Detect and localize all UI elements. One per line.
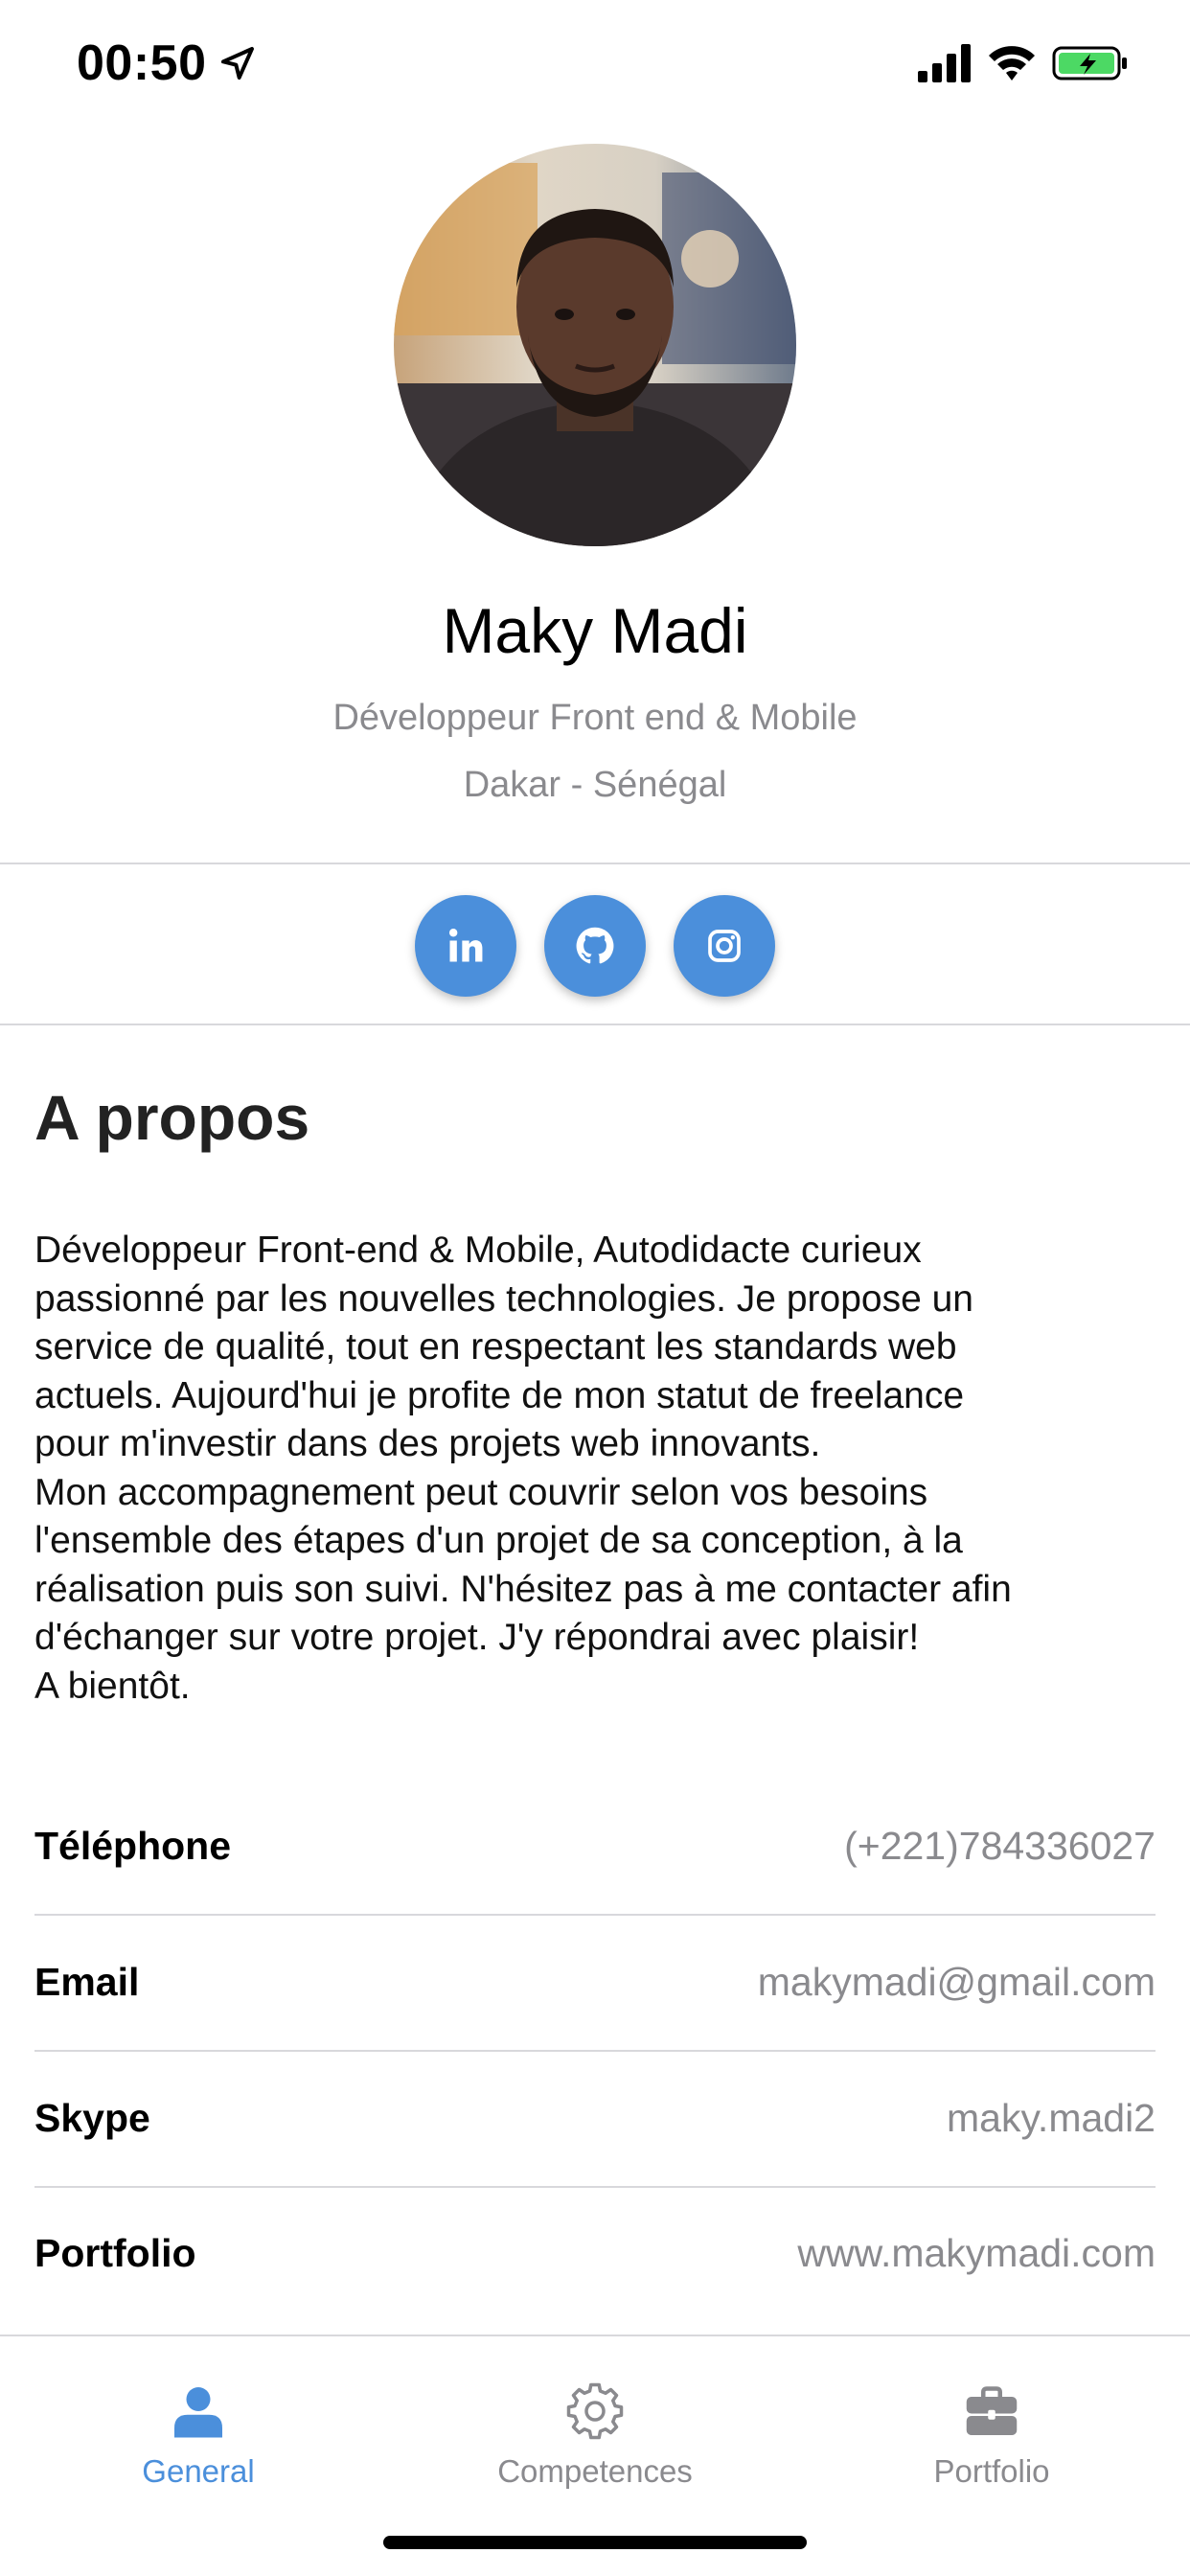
row-divider [34, 1914, 1156, 1916]
profile-name: Maky Madi [442, 595, 748, 666]
instagram-button[interactable] [674, 895, 775, 997]
instagram-icon [708, 930, 741, 962]
briefcase-icon [966, 2386, 1018, 2435]
contact-row-email[interactable]: Email makymadi@gmail.com [34, 1960, 1156, 2075]
github-button[interactable] [544, 895, 646, 997]
avatar [394, 144, 796, 546]
profile-role: Développeur Front end & Mobile [332, 698, 858, 738]
status-time: 00:50 [77, 35, 207, 91]
about-line: actuels. Aujourd'hui je profite de mon s… [34, 1374, 965, 1416]
tab-label: General [142, 2453, 255, 2489]
about-text: Développeur Front-end & Mobile, Autodida… [34, 1227, 1165, 1711]
gear-icon [566, 2382, 624, 2440]
contact-row-phone[interactable]: Téléphone (+221)784336027 [34, 1824, 1156, 1939]
tab-label: Competences [497, 2453, 693, 2489]
profile-photo [394, 144, 796, 546]
tab-portfolio[interactable]: Portfolio [793, 2336, 1190, 2509]
divider [0, 1024, 1190, 1025]
about-line: Mon accompagnement peut couvrir selon vo… [34, 1471, 928, 1513]
battery-charging-icon [1052, 46, 1127, 80]
github-icon [576, 927, 614, 964]
about-line: d'échanger sur votre projet. J'y répondr… [34, 1617, 920, 1658]
row-divider [34, 2050, 1156, 2052]
profile-location: Dakar - Sénégal [463, 765, 727, 805]
contact-label: Email [34, 1960, 140, 2004]
contact-row-portfolio[interactable]: Portfolio www.makymadi.com [34, 2231, 1156, 2346]
about-line: A bientôt. [34, 1665, 191, 1707]
status-bar: 00:50 [0, 0, 1190, 128]
tab-general[interactable]: General [0, 2336, 397, 2509]
contact-label: Téléphone [34, 1824, 232, 1868]
contact-label: Skype [34, 2096, 150, 2140]
about-line: passionné par les nouvelles technologies… [34, 1277, 973, 1320]
linkedin-icon [448, 929, 483, 962]
linkedin-button[interactable] [415, 895, 516, 997]
about-title: A propos [34, 1082, 310, 1153]
contact-value: makymadi@gmail.com [757, 1960, 1156, 2004]
tab-competences[interactable]: Competences [397, 2336, 793, 2509]
cellular-signal-icon [918, 44, 971, 82]
contact-row-skype[interactable]: Skype maky.madi2 [34, 2096, 1156, 2211]
about-line: service de qualité, tout en respectant l… [34, 1326, 957, 1368]
row-divider [34, 2186, 1156, 2188]
home-indicator[interactable] [383, 2536, 807, 2549]
contact-value: www.makymadi.com [797, 2231, 1156, 2275]
about-line: Développeur Front-end & Mobile, Autodida… [34, 1230, 922, 1271]
about-line: réalisation puis son suivi. N'hésitez pa… [34, 1568, 1012, 1610]
about-line: pour m'investir dans des projets web inn… [34, 1423, 821, 1464]
location-arrow-icon [221, 47, 254, 80]
tab-label: Portfolio [933, 2453, 1050, 2489]
screen: 00:50 Maky Madi Développeur Front end & … [0, 0, 1190, 2576]
contact-value: maky.madi2 [947, 2096, 1156, 2140]
contact-label: Portfolio [34, 2231, 196, 2275]
contact-value: (+221)784336027 [844, 1824, 1156, 1868]
wifi-icon [989, 46, 1035, 80]
person-icon [174, 2387, 222, 2438]
divider [0, 862, 1190, 864]
about-line: l'ensemble des étapes d'un projet de sa … [34, 1520, 963, 1561]
